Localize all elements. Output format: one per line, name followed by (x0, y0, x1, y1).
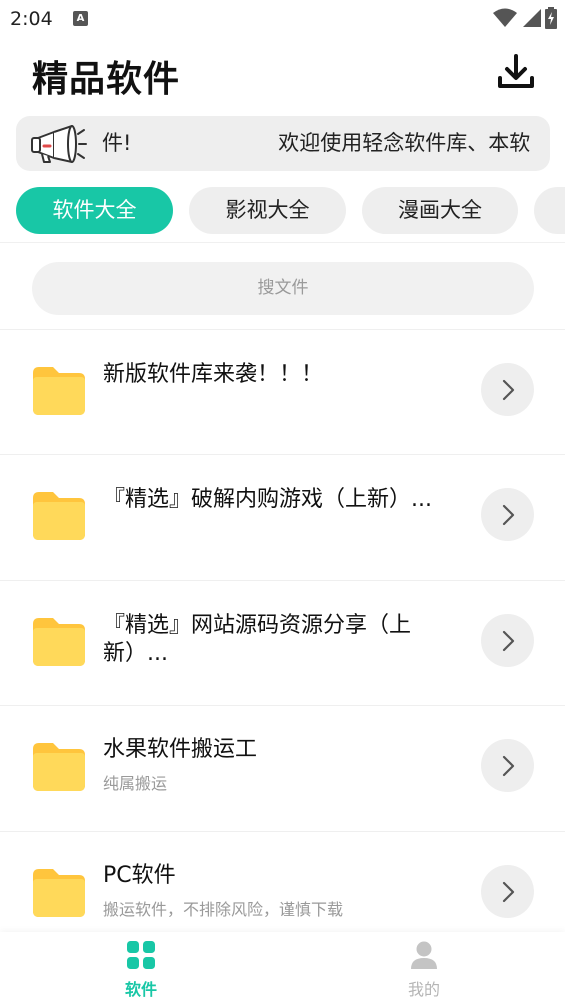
status-time: 2:04 (10, 8, 53, 30)
tab-videos[interactable]: 影视大全 (189, 187, 346, 234)
status-icons (493, 6, 557, 30)
list-item[interactable]: 『精选』破解内购游戏（上新）... (0, 454, 565, 580)
nav-label: 我的 (407, 980, 440, 999)
grid-icon (127, 941, 155, 969)
list-item[interactable]: 水果软件搬运工 纯属搬运 (0, 705, 565, 831)
divider (0, 242, 565, 243)
open-button[interactable] (481, 363, 534, 416)
folder-icon (33, 869, 85, 917)
list-item[interactable]: 『精选』网站源码资源分享（上新）... (0, 580, 565, 706)
battery-icon (545, 7, 557, 29)
item-title: PC软件 (103, 863, 176, 888)
nav-software[interactable]: 软件 (91, 932, 191, 1004)
item-title: 『精选』破解内购游戏（上新）... (103, 487, 432, 512)
item-subtitle: 纯属搬运 (103, 774, 168, 793)
notice-banner[interactable]: 件! 欢迎使用轻念软件库、本软 (16, 116, 550, 171)
category-tabs: 软件大全 影视大全 漫画大全 (16, 187, 565, 234)
item-title: 水果软件搬运工 (103, 737, 258, 762)
item-title: 『精选』网站源码资源分享（上新）... (103, 613, 412, 666)
signal-icon (523, 9, 541, 27)
nav-mine[interactable]: 我的 (374, 932, 474, 1004)
list-item[interactable]: 新版软件库来袭！！！ (0, 329, 565, 455)
download-icon (498, 54, 534, 88)
status-bar: 2:04 A (0, 0, 565, 40)
open-button[interactable] (481, 865, 534, 918)
open-button[interactable] (481, 488, 534, 541)
download-button[interactable] (494, 50, 538, 94)
chevron-right-icon (502, 504, 515, 526)
page-title: 精品软件 (32, 59, 181, 100)
open-button[interactable] (481, 614, 534, 667)
nav-label: 软件 (124, 980, 157, 999)
chevron-right-icon (502, 881, 515, 903)
chevron-right-icon (502, 630, 515, 652)
item-title: 新版软件库来袭！！！ (103, 362, 324, 387)
user-icon (411, 941, 437, 969)
notice-text: 件! 欢迎使用轻念软件库、本软 (102, 131, 531, 155)
bottom-nav: 软件 我的 (0, 932, 565, 1004)
open-button[interactable] (481, 739, 534, 792)
megaphone-icon (31, 125, 87, 163)
folder-icon (33, 618, 85, 666)
folder-icon (33, 743, 85, 791)
folder-icon (33, 492, 85, 540)
chevron-right-icon (502, 755, 515, 777)
tab-comics[interactable]: 漫画大全 (362, 187, 518, 234)
chevron-right-icon (502, 379, 515, 401)
tab-software[interactable]: 软件大全 (16, 187, 173, 234)
search-input[interactable]: 搜文件 (32, 262, 534, 315)
item-subtitle: 搬运软件，不排除风险，谨慎下载 (103, 900, 344, 919)
wifi-icon (493, 8, 517, 27)
tab-more[interactable] (534, 187, 565, 234)
notification-icon: A (73, 11, 88, 26)
folder-icon (33, 367, 85, 415)
